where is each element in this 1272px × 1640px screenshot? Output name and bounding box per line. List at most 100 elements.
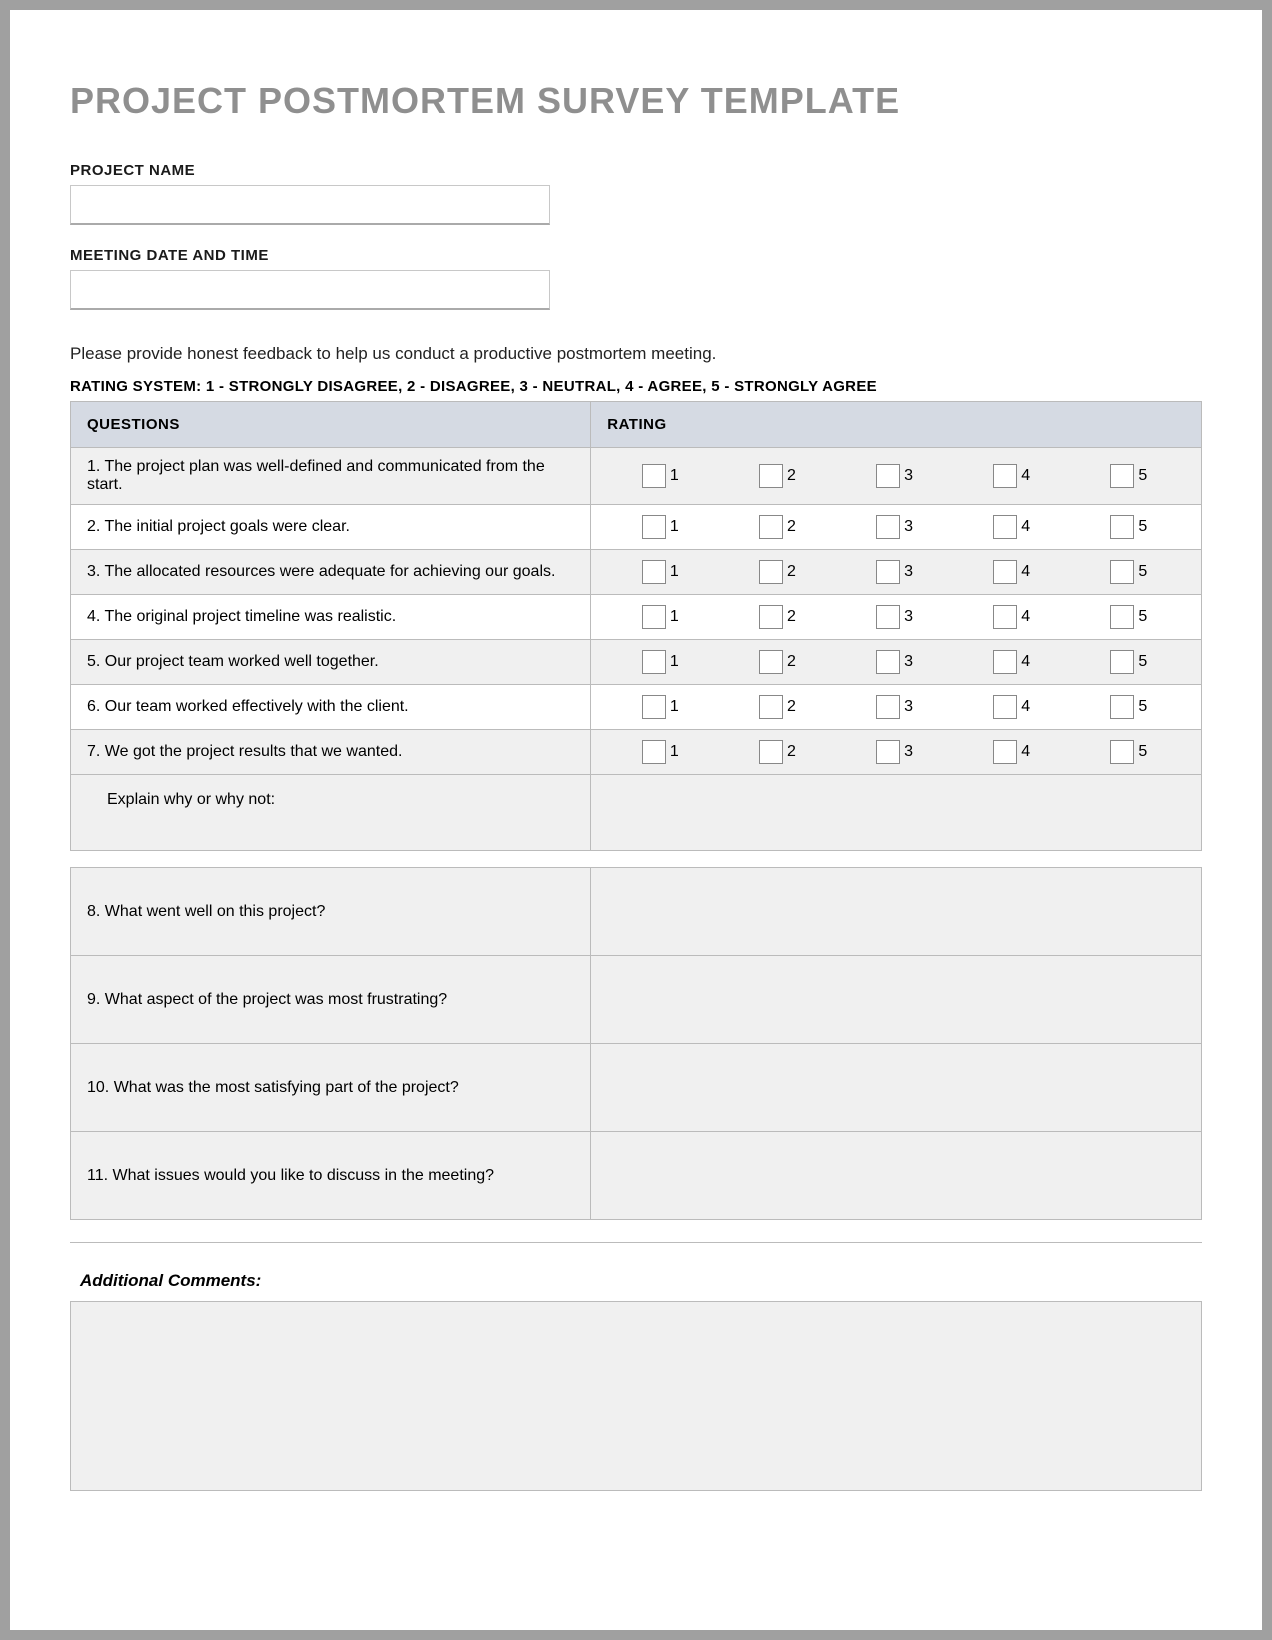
rating-checkbox[interactable] — [1110, 515, 1134, 539]
rating-number: 4 — [1021, 743, 1033, 761]
explain-label: Explain why or why not: — [71, 775, 591, 851]
rating-checkbox[interactable] — [642, 560, 666, 584]
rating-checkbox[interactable] — [759, 695, 783, 719]
open-answer-cell[interactable] — [591, 1132, 1202, 1220]
rating-checkbox[interactable] — [876, 560, 900, 584]
page-frame: PROJECT POSTMORTEM SURVEY TEMPLATE PROJE… — [0, 0, 1272, 1640]
rating-option: 3 — [876, 515, 916, 539]
rating-cell: 12345 — [591, 505, 1202, 550]
open-answer-cell[interactable] — [591, 1044, 1202, 1132]
table-row: 8. What went well on this project? — [71, 868, 1202, 956]
page-title: PROJECT POSTMORTEM SURVEY TEMPLATE — [70, 80, 1202, 122]
rating-number: 3 — [904, 518, 916, 536]
rating-checkbox[interactable] — [1110, 464, 1134, 488]
rating-checkbox[interactable] — [759, 650, 783, 674]
rating-checkbox[interactable] — [642, 650, 666, 674]
rating-number: 4 — [1021, 698, 1033, 716]
open-answer-cell[interactable] — [591, 868, 1202, 956]
rating-option: 3 — [876, 740, 916, 764]
rating-number: 1 — [670, 467, 682, 485]
rating-cell: 12345 — [591, 685, 1202, 730]
rating-option: 5 — [1110, 605, 1150, 629]
rating-checkbox[interactable] — [1110, 605, 1134, 629]
open-question-text: 11. What issues would you like to discus… — [71, 1132, 591, 1220]
rating-checkbox[interactable] — [759, 560, 783, 584]
rating-cell: 12345 — [591, 550, 1202, 595]
rating-number: 2 — [787, 467, 799, 485]
rating-checkbox[interactable] — [642, 740, 666, 764]
rating-checkbox[interactable] — [993, 464, 1017, 488]
rating-checkbox[interactable] — [993, 560, 1017, 584]
meeting-datetime-input[interactable] — [70, 270, 550, 310]
rating-checkbox[interactable] — [993, 515, 1017, 539]
rating-checkbox[interactable] — [876, 695, 900, 719]
rating-option: 1 — [642, 515, 682, 539]
rating-checkbox[interactable] — [642, 515, 666, 539]
rating-option: 3 — [876, 605, 916, 629]
table-row: 11. What issues would you like to discus… — [71, 1132, 1202, 1220]
explain-answer-cell[interactable] — [591, 775, 1202, 851]
rating-checkbox[interactable] — [1110, 695, 1134, 719]
table-row: 2. The initial project goals were clear.… — [71, 505, 1202, 550]
rating-number: 2 — [787, 563, 799, 581]
rating-checkbox[interactable] — [759, 515, 783, 539]
open-answer-cell[interactable] — [591, 956, 1202, 1044]
open-question-text: 10. What was the most satisfying part of… — [71, 1044, 591, 1132]
rating-option: 3 — [876, 560, 916, 584]
rating-number: 2 — [787, 743, 799, 761]
rating-option: 1 — [642, 464, 682, 488]
rating-checkbox[interactable] — [759, 740, 783, 764]
rating-checkbox[interactable] — [993, 695, 1017, 719]
rating-checkbox[interactable] — [876, 740, 900, 764]
open-question-text: 9. What aspect of the project was most f… — [71, 956, 591, 1044]
rating-number: 5 — [1138, 563, 1150, 581]
table-row: 4. The original project timeline was rea… — [71, 595, 1202, 640]
rating-number: 4 — [1021, 467, 1033, 485]
rating-cell: 12345 — [591, 640, 1202, 685]
project-name-label: PROJECT NAME — [70, 162, 1202, 179]
additional-comments-input[interactable] — [70, 1301, 1202, 1491]
rating-checkbox[interactable] — [876, 650, 900, 674]
additional-comments-label: Additional Comments: — [70, 1265, 1202, 1297]
rating-checkbox[interactable] — [1110, 740, 1134, 764]
rating-option: 4 — [993, 464, 1033, 488]
rating-checkbox[interactable] — [993, 740, 1017, 764]
open-question-text: 8. What went well on this project? — [71, 868, 591, 956]
rating-number: 1 — [670, 653, 682, 671]
rating-checkbox[interactable] — [759, 464, 783, 488]
rating-checkbox[interactable] — [759, 605, 783, 629]
rating-key: RATING SYSTEM: 1 - STRONGLY DISAGREE, 2 … — [70, 378, 1202, 395]
rating-number: 3 — [904, 698, 916, 716]
rating-checkbox[interactable] — [876, 515, 900, 539]
rating-number: 5 — [1138, 518, 1150, 536]
project-name-input[interactable] — [70, 185, 550, 225]
rating-checkbox[interactable] — [993, 605, 1017, 629]
rating-option: 5 — [1110, 740, 1150, 764]
rating-option: 4 — [993, 695, 1033, 719]
rating-questions-table: QUESTIONS RATING 1. The project plan was… — [70, 401, 1202, 851]
rating-option: 5 — [1110, 650, 1150, 674]
rating-checkbox[interactable] — [876, 605, 900, 629]
rating-checkbox[interactable] — [1110, 650, 1134, 674]
rating-checkbox[interactable] — [876, 464, 900, 488]
table-row: 10. What was the most satisfying part of… — [71, 1044, 1202, 1132]
rating-number: 5 — [1138, 653, 1150, 671]
table-row: 7. We got the project results that we wa… — [71, 730, 1202, 775]
rating-checkbox[interactable] — [1110, 560, 1134, 584]
rating-number: 5 — [1138, 743, 1150, 761]
rating-option: 2 — [759, 605, 799, 629]
rating-option: 1 — [642, 650, 682, 674]
rating-option: 5 — [1110, 464, 1150, 488]
rating-checkbox[interactable] — [642, 605, 666, 629]
rating-option: 5 — [1110, 695, 1150, 719]
rating-number: 5 — [1138, 608, 1150, 626]
rating-checkbox[interactable] — [642, 695, 666, 719]
rating-checkbox[interactable] — [642, 464, 666, 488]
question-text: 3. The allocated resources were adequate… — [71, 550, 591, 595]
rating-checkbox[interactable] — [993, 650, 1017, 674]
rating-number: 3 — [904, 653, 916, 671]
rating-option: 2 — [759, 560, 799, 584]
rating-number: 1 — [670, 608, 682, 626]
rating-number: 1 — [670, 518, 682, 536]
table-row: 3. The allocated resources were adequate… — [71, 550, 1202, 595]
